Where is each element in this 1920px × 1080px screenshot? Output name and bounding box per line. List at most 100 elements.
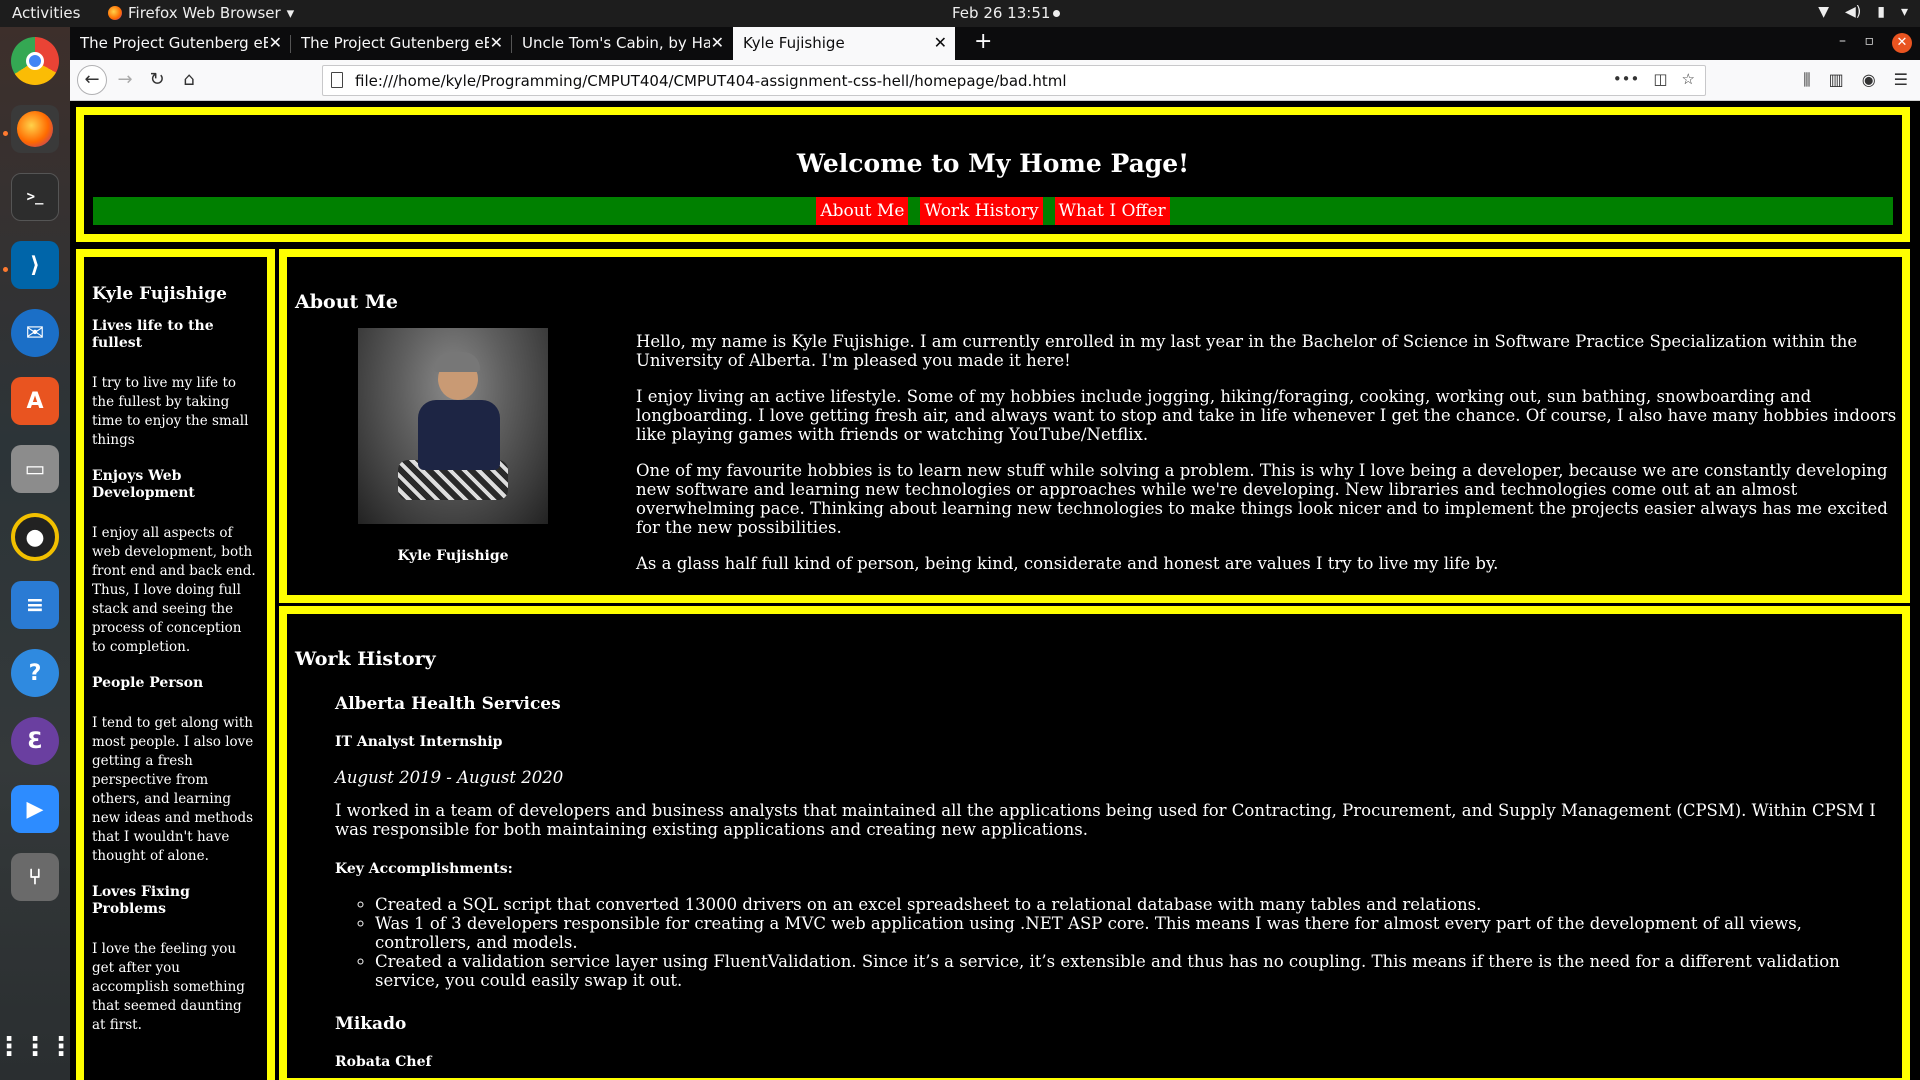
about-paragraph: Hello, my name is Kyle Fujishige. I am c… xyxy=(636,332,1858,370)
forward-button[interactable]: → xyxy=(112,68,138,94)
section-heading: Work History xyxy=(295,648,436,670)
system-tray[interactable]: ▼ ◀) ▮ ▾ xyxy=(1818,4,1908,20)
url-input[interactable] xyxy=(355,69,1585,93)
close-icon[interactable]: ✕ xyxy=(711,33,724,52)
page-content: Welcome to My Home Page! About Me Work Hi… xyxy=(70,102,1920,1080)
thunderbird-icon[interactable]: ✉ xyxy=(11,309,59,357)
terminal-icon[interactable]: >_ xyxy=(11,173,59,221)
page-icon xyxy=(331,72,343,88)
firefox-window: The Project Gutenberg eBoo ✕ The Project… xyxy=(70,27,1920,1080)
tab-title: The Project Gutenberg eBoo xyxy=(80,34,268,52)
job-role: Robata Chef xyxy=(335,1054,432,1070)
reload-button[interactable]: ↻ xyxy=(144,68,170,94)
chrome-icon[interactable] xyxy=(11,37,59,85)
section-heading: About Me xyxy=(295,291,399,313)
about-text: Hello, my name is Kyle Fujishige. I am c… xyxy=(636,332,1901,590)
tab-title: The Project Gutenberg eBoo xyxy=(301,34,489,52)
sidebar-name: Kyle Fujishige xyxy=(92,284,227,304)
software-center-icon[interactable]: A xyxy=(11,377,59,425)
maximize-icon[interactable]: ▫ xyxy=(1865,33,1875,49)
page-actions-icon[interactable]: ••• xyxy=(1613,70,1640,88)
list-item: Created a SQL script that converted 1300… xyxy=(375,895,1895,914)
pocket-icon[interactable]: ◫ xyxy=(1653,70,1667,88)
accomplishments-heading: Key Accomplishments: xyxy=(335,861,513,877)
sidebar-heading: Loves Fixing Problems xyxy=(92,884,190,917)
photo-caption: Kyle Fujishige xyxy=(397,548,509,564)
profile-photo xyxy=(358,328,548,524)
close-icon[interactable]: ✕ xyxy=(490,33,503,52)
account-icon[interactable]: ◉ xyxy=(1862,70,1876,90)
minimize-icon[interactable]: – xyxy=(1839,33,1846,49)
files-icon[interactable]: ▭ xyxy=(11,445,59,493)
tab-strip: The Project Gutenberg eBoo ✕ The Project… xyxy=(70,27,1920,60)
battery-icon: ▮ xyxy=(1877,4,1885,20)
tab-title: Uncle Tom's Cabin, by Harrie xyxy=(522,34,710,52)
bookmark-star-icon[interactable]: ☆ xyxy=(1682,70,1695,88)
chevron-down-icon: ▾ xyxy=(286,4,295,22)
sidebar-heading: People Person xyxy=(92,675,204,691)
sidebar-text: I love the feeling you get after you acc… xyxy=(92,941,245,1033)
firefox-icon[interactable] xyxy=(11,105,59,153)
new-tab-button[interactable]: + xyxy=(974,29,992,54)
url-bar[interactable]: ••• ◫ ☆ xyxy=(322,65,1706,96)
close-icon[interactable]: ✕ xyxy=(934,33,947,52)
tab-selected[interactable]: Kyle Fujishige ✕ xyxy=(733,27,955,60)
app-grid-icon[interactable]: ⋮⋮⋮ xyxy=(0,1023,74,1071)
site-nav: About Me Work History What I Offer xyxy=(93,197,1893,225)
power-menu-icon: ▾ xyxy=(1900,4,1908,20)
tab[interactable]: The Project Gutenberg eBoo ✕ xyxy=(70,27,290,60)
url-actions: ••• ◫ ☆ xyxy=(1613,70,1695,88)
zoom-icon[interactable]: ▶ xyxy=(11,785,59,833)
firefox-icon xyxy=(108,6,122,20)
sidebar-heading: Enjoys Web Development xyxy=(92,468,195,501)
vscode-icon[interactable]: ⟩ xyxy=(11,241,59,289)
job-dates: August 2019 - August 2020 xyxy=(335,768,564,787)
sidebar: Kyle Fujishige Lives life to the fullest… xyxy=(76,249,275,1080)
page-title: Welcome to My Home Page! xyxy=(796,149,1190,178)
libreoffice-writer-icon[interactable]: ≡ xyxy=(11,581,59,629)
work-history-section: Work History Alberta Health Services IT … xyxy=(279,606,1910,1080)
sidebar-toggle-icon[interactable]: ▥ xyxy=(1829,70,1844,90)
nav-link-work-history[interactable]: Work History xyxy=(920,197,1043,225)
wifi-icon: ▼ xyxy=(1818,4,1830,20)
close-icon[interactable]: ✕ xyxy=(269,33,282,52)
job-company: Mikado xyxy=(335,1014,407,1034)
rhythmbox-icon[interactable]: ● xyxy=(11,513,59,561)
app-menu-label: Firefox Web Browser xyxy=(128,4,281,22)
about-paragraph: One of my favourite hobbies is to learn … xyxy=(636,461,1888,537)
list-item: Was 1 of 3 developers responsible for cr… xyxy=(375,914,1895,952)
job-role: IT Analyst Internship xyxy=(335,734,503,750)
hamburger-menu-icon[interactable]: ☰ xyxy=(1894,70,1908,90)
nav-link-what-i-offer[interactable]: What I Offer xyxy=(1054,197,1170,225)
active-app-indicator xyxy=(3,267,8,272)
help-icon[interactable]: ? xyxy=(11,649,59,697)
back-button[interactable]: ← xyxy=(77,65,107,95)
sidebar-text: I enjoy all aspects of web development, … xyxy=(92,525,256,655)
job-entry: Mikado Robata Chef xyxy=(335,1014,1895,1070)
system-top-bar: Activities Firefox Web Browser ▾ Feb 26 … xyxy=(0,0,1920,27)
clock[interactable]: Feb 26 13:51 xyxy=(952,4,1050,22)
dock: >_ ⟩ ✉ A ▭ ● ≡ ? Ɛ ▶ ⑂ ⋮⋮⋮ xyxy=(0,27,74,1080)
site-header: Welcome to My Home Page! About Me Work Hi… xyxy=(76,107,1910,242)
sidebar-heading: Lives life to the fullest xyxy=(92,318,214,351)
activities-button[interactable]: Activities xyxy=(12,4,80,22)
about-paragraph: As a glass half full kind of person, bei… xyxy=(636,554,1499,573)
accomplishments-list: Created a SQL script that converted 1300… xyxy=(375,895,1895,990)
window-close-button[interactable]: ✕ xyxy=(1892,33,1912,53)
tab[interactable]: Uncle Tom's Cabin, by Harrie ✕ xyxy=(512,27,732,60)
notification-dot xyxy=(1053,10,1060,17)
tab[interactable]: The Project Gutenberg eBoo ✕ xyxy=(291,27,511,60)
usb-drive-icon[interactable]: ⑂ xyxy=(11,853,59,901)
list-item: Created a validation service layer using… xyxy=(375,952,1895,990)
library-icon[interactable]: ⫼ xyxy=(1803,70,1810,90)
active-app-indicator xyxy=(3,131,8,136)
home-button[interactable]: ⌂ xyxy=(176,68,202,94)
sidebar-text: I tend to get along with most people. I … xyxy=(92,715,254,864)
job-company: Alberta Health Services xyxy=(335,694,561,714)
app-menu[interactable]: Firefox Web Browser ▾ xyxy=(108,4,294,22)
nav-link-about-me[interactable]: About Me xyxy=(816,197,909,225)
emacs-icon[interactable]: Ɛ xyxy=(11,717,59,765)
sidebar-text: I try to live my life to the fullest by … xyxy=(92,375,249,448)
volume-icon: ◀) xyxy=(1845,4,1862,20)
about-section: About Me Kyle Fujishige Hello, my name i… xyxy=(279,249,1910,603)
